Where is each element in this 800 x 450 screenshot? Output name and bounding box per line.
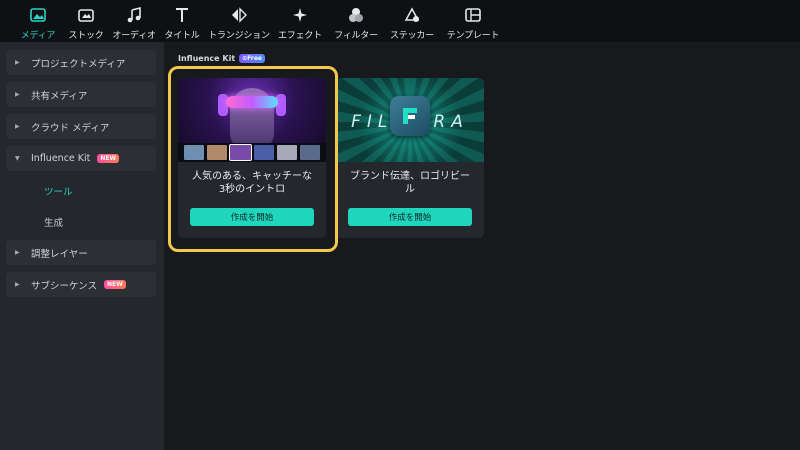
thumbnail-filmstrip	[178, 143, 326, 162]
tab-effect-label: エフェクト	[277, 31, 322, 41]
new-badge: NEW	[104, 280, 126, 289]
sidebar-item-label: 共有メディア	[31, 90, 88, 102]
caret-right-icon: ▶	[15, 281, 20, 288]
sidebar-item-shared-media[interactable]: ▶ 共有メディア	[6, 82, 156, 107]
tab-sticker-label: ステッカー	[389, 31, 434, 41]
caret-right-icon: ▶	[15, 91, 20, 98]
effect-sparkle-icon	[290, 6, 310, 24]
tab-transition-label: トランジション	[208, 31, 270, 41]
main-panel: Influence Kit ⊙Free 人気のある、キャッチーな 3秒のイントロ…	[164, 42, 800, 450]
card-title-line: 人気のある、キャッチーな	[192, 171, 312, 182]
tab-title-label: タイトル	[164, 31, 200, 41]
tab-stock[interactable]: ストック	[62, 0, 110, 42]
tab-filter[interactable]: フィルター	[328, 0, 384, 42]
tab-media[interactable]: メディア	[14, 0, 62, 42]
filmstrip-frame	[207, 145, 228, 160]
card-brand-logo-reveal[interactable]: FILMORA ブランド伝達、ロゴリビー ル 作成を開始	[336, 78, 484, 238]
card-title: 人気のある、キャッチーな 3秒のイントロ	[178, 162, 326, 202]
filmstrip-frame	[184, 145, 205, 160]
stock-icon	[76, 6, 96, 24]
card-title-line: ル	[405, 184, 415, 195]
title-t-icon	[172, 6, 192, 24]
filmstrip-frame	[229, 144, 252, 161]
filter-circles-icon	[346, 6, 366, 24]
sidebar-item-adjustment-layer[interactable]: ▶ 調整レイヤー	[6, 240, 156, 265]
sidebar: ▶ プロジェクトメディア ▶ 共有メディア ▶ クラウド メディア ▼ Infl…	[0, 42, 164, 450]
caret-down-icon: ▼	[15, 155, 20, 162]
media-icon	[28, 6, 48, 24]
caret-right-icon: ▶	[15, 123, 20, 130]
headphone-right	[276, 94, 286, 116]
tab-effect[interactable]: エフェクト	[272, 0, 328, 42]
sidebar-item-label: 調整レイヤー	[31, 248, 88, 260]
sidebar-item-label: クラウド メディア	[31, 122, 110, 134]
sidebar-item-project-media[interactable]: ▶ プロジェクトメディア	[6, 50, 156, 75]
section-title: Influence Kit ⊙Free	[178, 54, 265, 63]
sidebar-item-label: プロジェクトメディア	[31, 58, 126, 70]
sidebar-item-influence-kit[interactable]: ▼ Influence Kit NEW	[6, 146, 156, 171]
top-toolbar: メディア ストック オーディオ タイトル トランジション エフェクト フィルター…	[0, 0, 800, 42]
tab-stock-label: ストック	[68, 31, 104, 41]
tab-media-label: メディア	[20, 31, 56, 41]
sidebar-item-cloud-media[interactable]: ▶ クラウド メディア	[6, 114, 156, 139]
tab-transition[interactable]: トランジション	[206, 0, 272, 42]
caret-right-icon: ▶	[15, 249, 20, 256]
sidebar-subitem-generate[interactable]: 生成	[0, 209, 164, 235]
free-badge: ⊙Free	[239, 54, 265, 63]
sidebar-item-subsequence[interactable]: ▶ サブシーケンス NEW	[6, 272, 156, 297]
filmstrip-frame	[253, 145, 274, 160]
sidebar-item-label: サブシーケンス	[31, 280, 98, 292]
sidebar-subitem-tools[interactable]: ツール	[0, 178, 164, 204]
tab-audio[interactable]: オーディオ	[110, 0, 158, 42]
card-title-line: ブランド伝達、ロゴリビー	[350, 171, 470, 182]
section-title-text: Influence Kit	[178, 54, 236, 63]
card-title-line: 3秒のイントロ	[218, 184, 286, 195]
audio-note-icon	[124, 6, 144, 24]
card-thumbnail	[178, 78, 326, 162]
caret-right-icon: ▶	[15, 59, 20, 66]
filmora-logo-icon	[390, 96, 430, 136]
start-create-button[interactable]: 作成を開始	[348, 208, 472, 226]
tab-audio-label: オーディオ	[112, 31, 156, 41]
sidebar-item-label: Influence Kit	[31, 153, 91, 164]
start-create-button[interactable]: 作成を開始	[190, 208, 314, 226]
new-badge: NEW	[97, 154, 120, 163]
sticker-icon	[402, 6, 422, 24]
transition-icon	[229, 6, 249, 24]
filmstrip-frame	[299, 145, 321, 160]
filmstrip-frame	[276, 145, 297, 160]
card-thumbnail: FILMORA	[336, 78, 484, 162]
card-title: ブランド伝達、ロゴリビー ル	[336, 162, 484, 202]
tab-template-label: テンプレート	[446, 31, 500, 41]
template-icon	[463, 6, 483, 24]
tab-title[interactable]: タイトル	[158, 0, 206, 42]
tab-filter-label: フィルター	[334, 31, 378, 41]
tab-sticker[interactable]: ステッカー	[384, 0, 440, 42]
tab-template[interactable]: テンプレート	[440, 0, 506, 42]
card-catchy-intro[interactable]: 人気のある、キャッチーな 3秒のイントロ 作成を開始	[178, 78, 326, 238]
neon-visor	[226, 96, 278, 108]
